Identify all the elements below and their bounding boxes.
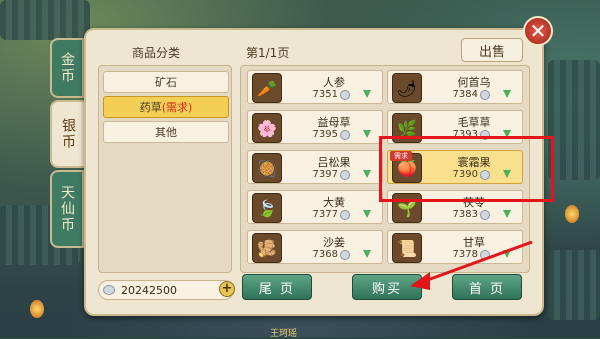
category-other[interactable]: 其他 bbox=[103, 121, 229, 143]
close-button[interactable]: ✕ bbox=[523, 16, 553, 46]
background-roof bbox=[548, 250, 600, 320]
silver-coin-icon bbox=[340, 210, 350, 220]
item-slot[interactable]: 🌶 何首乌 7384 bbox=[387, 70, 523, 104]
silver-coin-icon bbox=[340, 250, 350, 260]
item-slot[interactable]: 🥘 吕松果 7397 bbox=[247, 150, 383, 184]
category-list: 矿石 药草 (需求) 其他 bbox=[98, 65, 232, 273]
price-down-icon bbox=[363, 210, 371, 218]
motherwort-icon: 🌸 bbox=[252, 113, 282, 143]
close-icon: ✕ bbox=[529, 19, 547, 43]
silver-coin-icon bbox=[340, 130, 350, 140]
price-down-icon bbox=[503, 210, 511, 218]
lantern-decor bbox=[565, 205, 579, 223]
player-name-tag: 王珂瑶 bbox=[270, 329, 298, 339]
ginger-icon: 🫚 bbox=[252, 233, 282, 263]
price-down-icon bbox=[363, 90, 371, 98]
price-down-icon bbox=[363, 250, 371, 258]
tab-silver-label: 银币 bbox=[60, 118, 76, 150]
item-name: 何首乌 bbox=[457, 76, 491, 89]
pointer-arrow-line bbox=[421, 240, 533, 284]
tab-gold-coin[interactable]: 金币 bbox=[50, 38, 84, 98]
item-glyph: 🍃 bbox=[257, 198, 277, 218]
ginseng-icon: 🥕 bbox=[252, 73, 282, 103]
category-title: 商品分类 bbox=[132, 46, 181, 60]
item-glyph: 🌿 bbox=[397, 118, 417, 138]
category-label: 药草 bbox=[139, 101, 162, 114]
item-name: 吕松果 bbox=[317, 156, 351, 169]
item-glyph: 🫚 bbox=[257, 238, 277, 258]
lantern-decor bbox=[30, 300, 44, 318]
fleeceflower-icon: 🌶 bbox=[392, 73, 422, 103]
tab-immortal-coin[interactable]: 天仙币 bbox=[50, 170, 84, 248]
tab-gold-label: 金币 bbox=[59, 52, 75, 84]
item-price: 7383 bbox=[452, 209, 478, 220]
item-name: 毛草草 bbox=[457, 116, 491, 129]
silver-coin-icon bbox=[340, 90, 350, 100]
category-label: 其他 bbox=[155, 126, 177, 139]
tab-immortal-label: 天仙币 bbox=[59, 185, 75, 233]
money-display: 20242500 bbox=[98, 280, 234, 300]
item-slot[interactable]: 🍃 大黄 7377 bbox=[247, 190, 383, 224]
item-price: 7397 bbox=[312, 169, 338, 180]
price-down-icon bbox=[363, 130, 371, 138]
money-value: 20242500 bbox=[121, 284, 177, 297]
item-glyph: 🥘 bbox=[257, 158, 277, 178]
item-name: 益母草 bbox=[317, 116, 351, 129]
category-ore[interactable]: 矿石 bbox=[103, 71, 229, 93]
silver-coin-icon bbox=[480, 90, 490, 100]
silver-coin-icon bbox=[480, 210, 490, 220]
item-name: 大黄 bbox=[323, 196, 345, 209]
item-slot[interactable]: 🥕 人参 7351 bbox=[247, 70, 383, 104]
price-down-icon bbox=[363, 170, 371, 178]
item-price: 7368 bbox=[312, 249, 338, 260]
pointer-arrow-head bbox=[410, 272, 430, 290]
background-roof bbox=[548, 60, 600, 180]
item-glyph: 🥕 bbox=[257, 78, 277, 98]
item-price: 7384 bbox=[452, 89, 478, 100]
item-slot[interactable]: 🫚 沙姜 7368 bbox=[247, 230, 383, 264]
sell-button[interactable]: 出售 bbox=[461, 38, 523, 62]
highlight-box bbox=[379, 136, 554, 202]
plus-icon: + bbox=[221, 281, 233, 296]
silver-coin-icon bbox=[340, 170, 350, 180]
item-glyph: 🌶 bbox=[396, 78, 418, 98]
rhubarb-icon: 🍃 bbox=[252, 193, 282, 223]
category-herb[interactable]: 药草 (需求) bbox=[103, 96, 229, 118]
item-name: 人参 bbox=[323, 76, 345, 89]
category-req: (需求) bbox=[161, 101, 193, 114]
pointer-arrow-icon bbox=[410, 240, 533, 290]
page-indicator: 第1/1页 bbox=[246, 46, 290, 60]
item-price: 7377 bbox=[312, 209, 338, 220]
item-slot[interactable]: 🌸 益母草 7395 bbox=[247, 110, 383, 144]
item-price: 7395 bbox=[312, 129, 338, 140]
silver-coin-icon bbox=[103, 285, 115, 295]
tab-silver-coin[interactable]: 银币 bbox=[50, 100, 84, 168]
add-money-button[interactable]: + bbox=[219, 281, 235, 297]
item-name: 沙姜 bbox=[323, 236, 345, 249]
category-label: 矿石 bbox=[155, 76, 177, 89]
last-page-button[interactable]: 尾 页 bbox=[242, 274, 312, 300]
price-down-icon bbox=[503, 90, 511, 98]
pine-nut-icon: 🥘 bbox=[252, 153, 282, 183]
background-roof bbox=[0, 0, 90, 40]
item-price: 7351 bbox=[312, 89, 338, 100]
item-glyph: 🌸 bbox=[257, 118, 277, 138]
